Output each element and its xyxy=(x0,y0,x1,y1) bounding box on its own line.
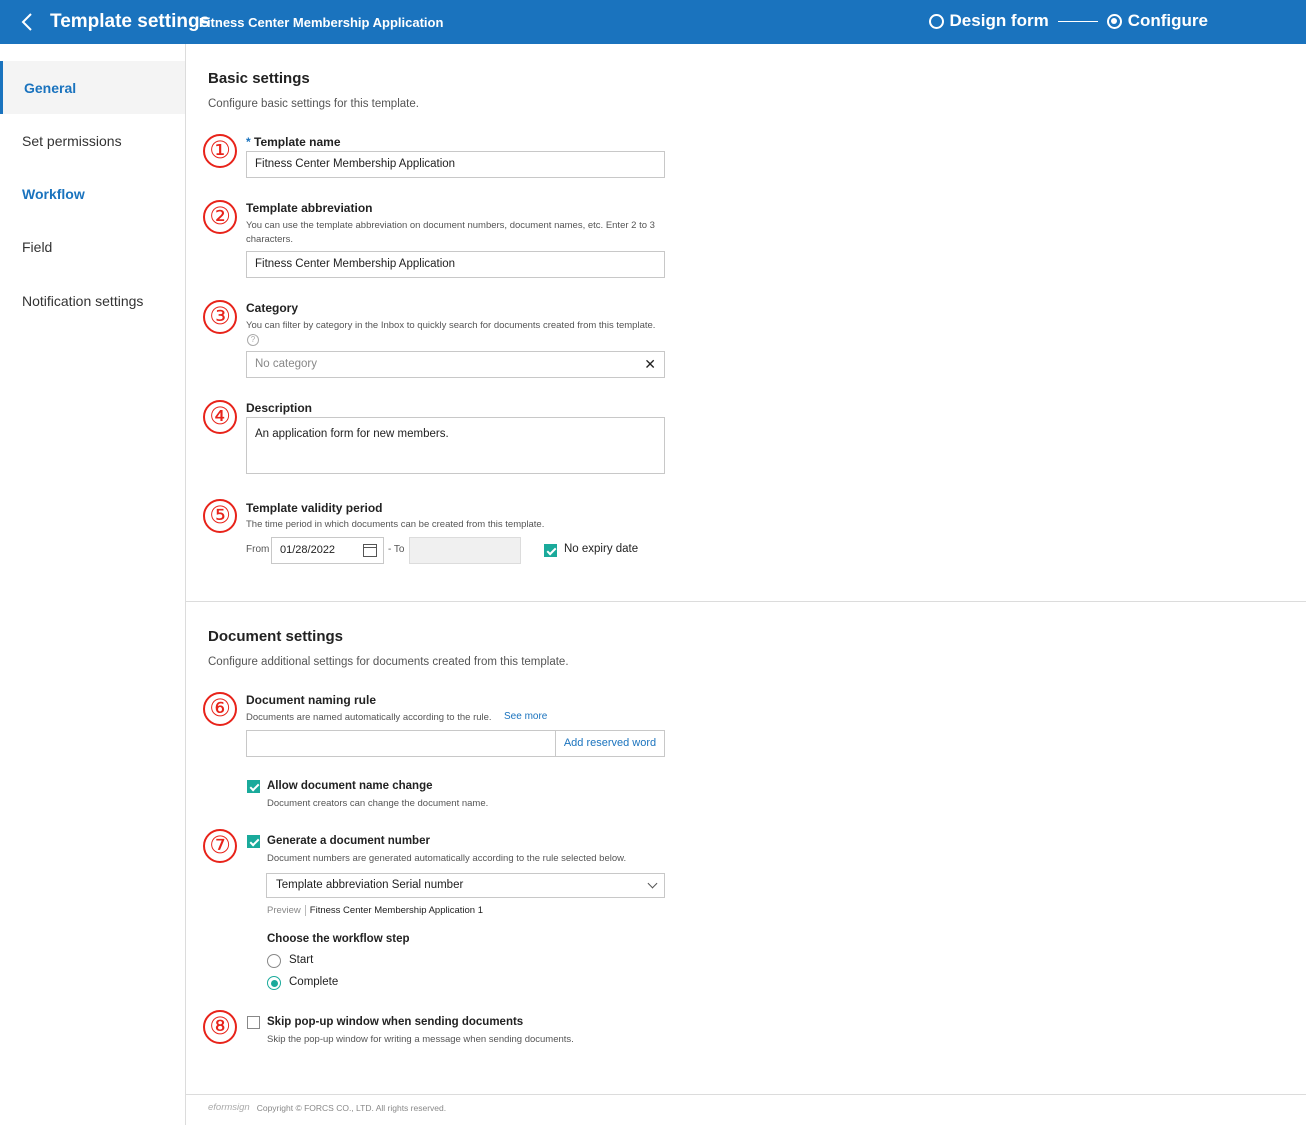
naming-rule-input[interactable] xyxy=(246,730,556,757)
chevron-down-icon xyxy=(647,878,658,889)
validity-period-help: The time period in which documents can b… xyxy=(246,519,545,530)
step-connector xyxy=(1057,20,1098,22)
section-divider xyxy=(186,601,1306,602)
number-preview: Preview Fitness Center Membership Applica… xyxy=(267,905,483,916)
basic-settings-desc: Configure basic settings for this templa… xyxy=(208,98,419,110)
number-rule-select[interactable]: Template abbreviation Serial number xyxy=(266,873,665,898)
annotation-marker: ① xyxy=(203,134,237,168)
annotation-marker: ③ xyxy=(203,300,237,334)
basic-settings-title: Basic settings xyxy=(208,70,310,87)
template-abbreviation-label: Template abbreviation xyxy=(246,201,373,215)
clear-icon[interactable]: ✕ xyxy=(644,352,656,377)
step-circle-icon xyxy=(928,13,944,29)
preview-label: Preview xyxy=(267,905,306,916)
category-label: Category xyxy=(246,301,299,315)
annotation-marker: ④ xyxy=(203,400,237,434)
calendar-icon[interactable] xyxy=(363,544,377,557)
category-select[interactable]: No category ✕ xyxy=(246,351,665,378)
workflow-start-label: Start xyxy=(289,954,314,966)
no-expiry-label: No expiry date xyxy=(564,543,639,555)
annotation-marker: ⑥ xyxy=(203,692,237,726)
annotation-marker: ⑦ xyxy=(203,829,237,863)
workflow-step-label: Choose the workflow step xyxy=(267,933,410,945)
workflow-complete-label: Complete xyxy=(289,976,339,988)
sidebar-item-set-permissions[interactable]: Set permissions xyxy=(0,114,185,167)
allow-name-change-checkbox[interactable] xyxy=(247,780,260,793)
sidebar: General Set permissions Workflow Field N… xyxy=(0,44,186,1125)
preview-value: Fitness Center Membership Application 1 xyxy=(309,905,483,916)
skip-popup-help: Skip the pop-up window for writing a mes… xyxy=(267,1034,574,1045)
from-date-value: 01/28/2022 xyxy=(280,544,336,556)
document-settings-title: Document settings xyxy=(208,628,344,645)
step-label: Configure xyxy=(1127,11,1208,30)
see-more-link[interactable]: See more xyxy=(504,711,547,722)
workflow-start-radio[interactable] xyxy=(267,954,281,968)
naming-rule-label: Document naming rule xyxy=(246,693,377,707)
skip-popup-checkbox[interactable] xyxy=(247,1016,260,1029)
generate-number-checkbox[interactable] xyxy=(247,835,260,848)
validity-period-label: Template validity period xyxy=(246,501,383,515)
from-label: From xyxy=(246,544,270,555)
to-label: - To xyxy=(388,544,405,555)
help-question-icon[interactable]: ? xyxy=(247,334,259,346)
naming-rule-help: Documents are named automatically accord… xyxy=(246,712,492,723)
sidebar-item-general[interactable]: General xyxy=(0,61,185,114)
sidebar-item-workflow[interactable]: Workflow xyxy=(0,167,185,220)
add-reserved-word-button[interactable]: Add reserved word xyxy=(555,730,665,757)
description-textarea[interactable]: An application form for new members. xyxy=(246,417,665,474)
step-configure[interactable]: Configure xyxy=(1106,11,1208,31)
allow-name-change-label: Allow document name change xyxy=(267,780,433,792)
eformsign-logo: eformsign xyxy=(208,1102,250,1113)
template-abbreviation-input[interactable]: Fitness Center Membership Application xyxy=(246,251,665,278)
step-active-circle-icon xyxy=(1106,13,1122,29)
workflow-complete-radio[interactable] xyxy=(267,976,281,990)
to-date-input xyxy=(409,537,521,564)
template-name-label: * Template name xyxy=(246,135,341,149)
generate-number-label: Generate a document number xyxy=(267,835,430,847)
sidebar-item-notification-settings[interactable]: Notification settings xyxy=(0,274,185,327)
generate-number-help: Document numbers are generated automatic… xyxy=(267,853,627,864)
step-design-form[interactable]: Design form xyxy=(928,11,1049,31)
template-name-label-text: Template name xyxy=(254,135,341,149)
category-help: You can filter by category in the Inbox … xyxy=(246,320,656,331)
document-settings-desc: Configure additional settings for docume… xyxy=(208,656,569,668)
back-arrow-icon[interactable] xyxy=(18,10,40,34)
sidebar-item-field[interactable]: Field xyxy=(0,220,185,273)
template-abbreviation-help: You can use the template abbreviation on… xyxy=(246,220,655,245)
from-date-input[interactable]: 01/28/2022 xyxy=(271,537,384,564)
required-mark: * xyxy=(246,135,251,149)
page-title: Template settings xyxy=(50,11,211,32)
footer-divider xyxy=(186,1094,1306,1095)
template-name-input[interactable]: Fitness Center Membership Application xyxy=(246,151,665,178)
annotation-marker: ② xyxy=(203,200,237,234)
main-content: Basic settings Configure basic settings … xyxy=(186,44,1306,1125)
category-value: No category xyxy=(255,358,318,370)
footer: eformsign Copyright © FORCS CO., LTD. Al… xyxy=(208,1102,446,1113)
no-expiry-checkbox[interactable] xyxy=(544,544,557,557)
description-label: Description xyxy=(246,401,313,415)
number-rule-value: Template abbreviation Serial number xyxy=(276,879,464,891)
allow-name-change-help: Document creators can change the documen… xyxy=(267,798,489,809)
skip-popup-label: Skip pop-up window when sending document… xyxy=(267,1016,524,1028)
step-label: Design form xyxy=(949,11,1049,30)
annotation-marker: ⑤ xyxy=(203,499,237,533)
annotation-marker: ⑧ xyxy=(203,1010,237,1044)
template-name-header: Fitness Center Membership Application xyxy=(199,15,444,30)
step-indicator: Design form Configure xyxy=(928,11,1208,31)
top-bar: Template settings Fitness Center Members… xyxy=(0,0,1306,44)
copyright-text: Copyright © FORCS CO., LTD. All rights r… xyxy=(256,1102,447,1113)
